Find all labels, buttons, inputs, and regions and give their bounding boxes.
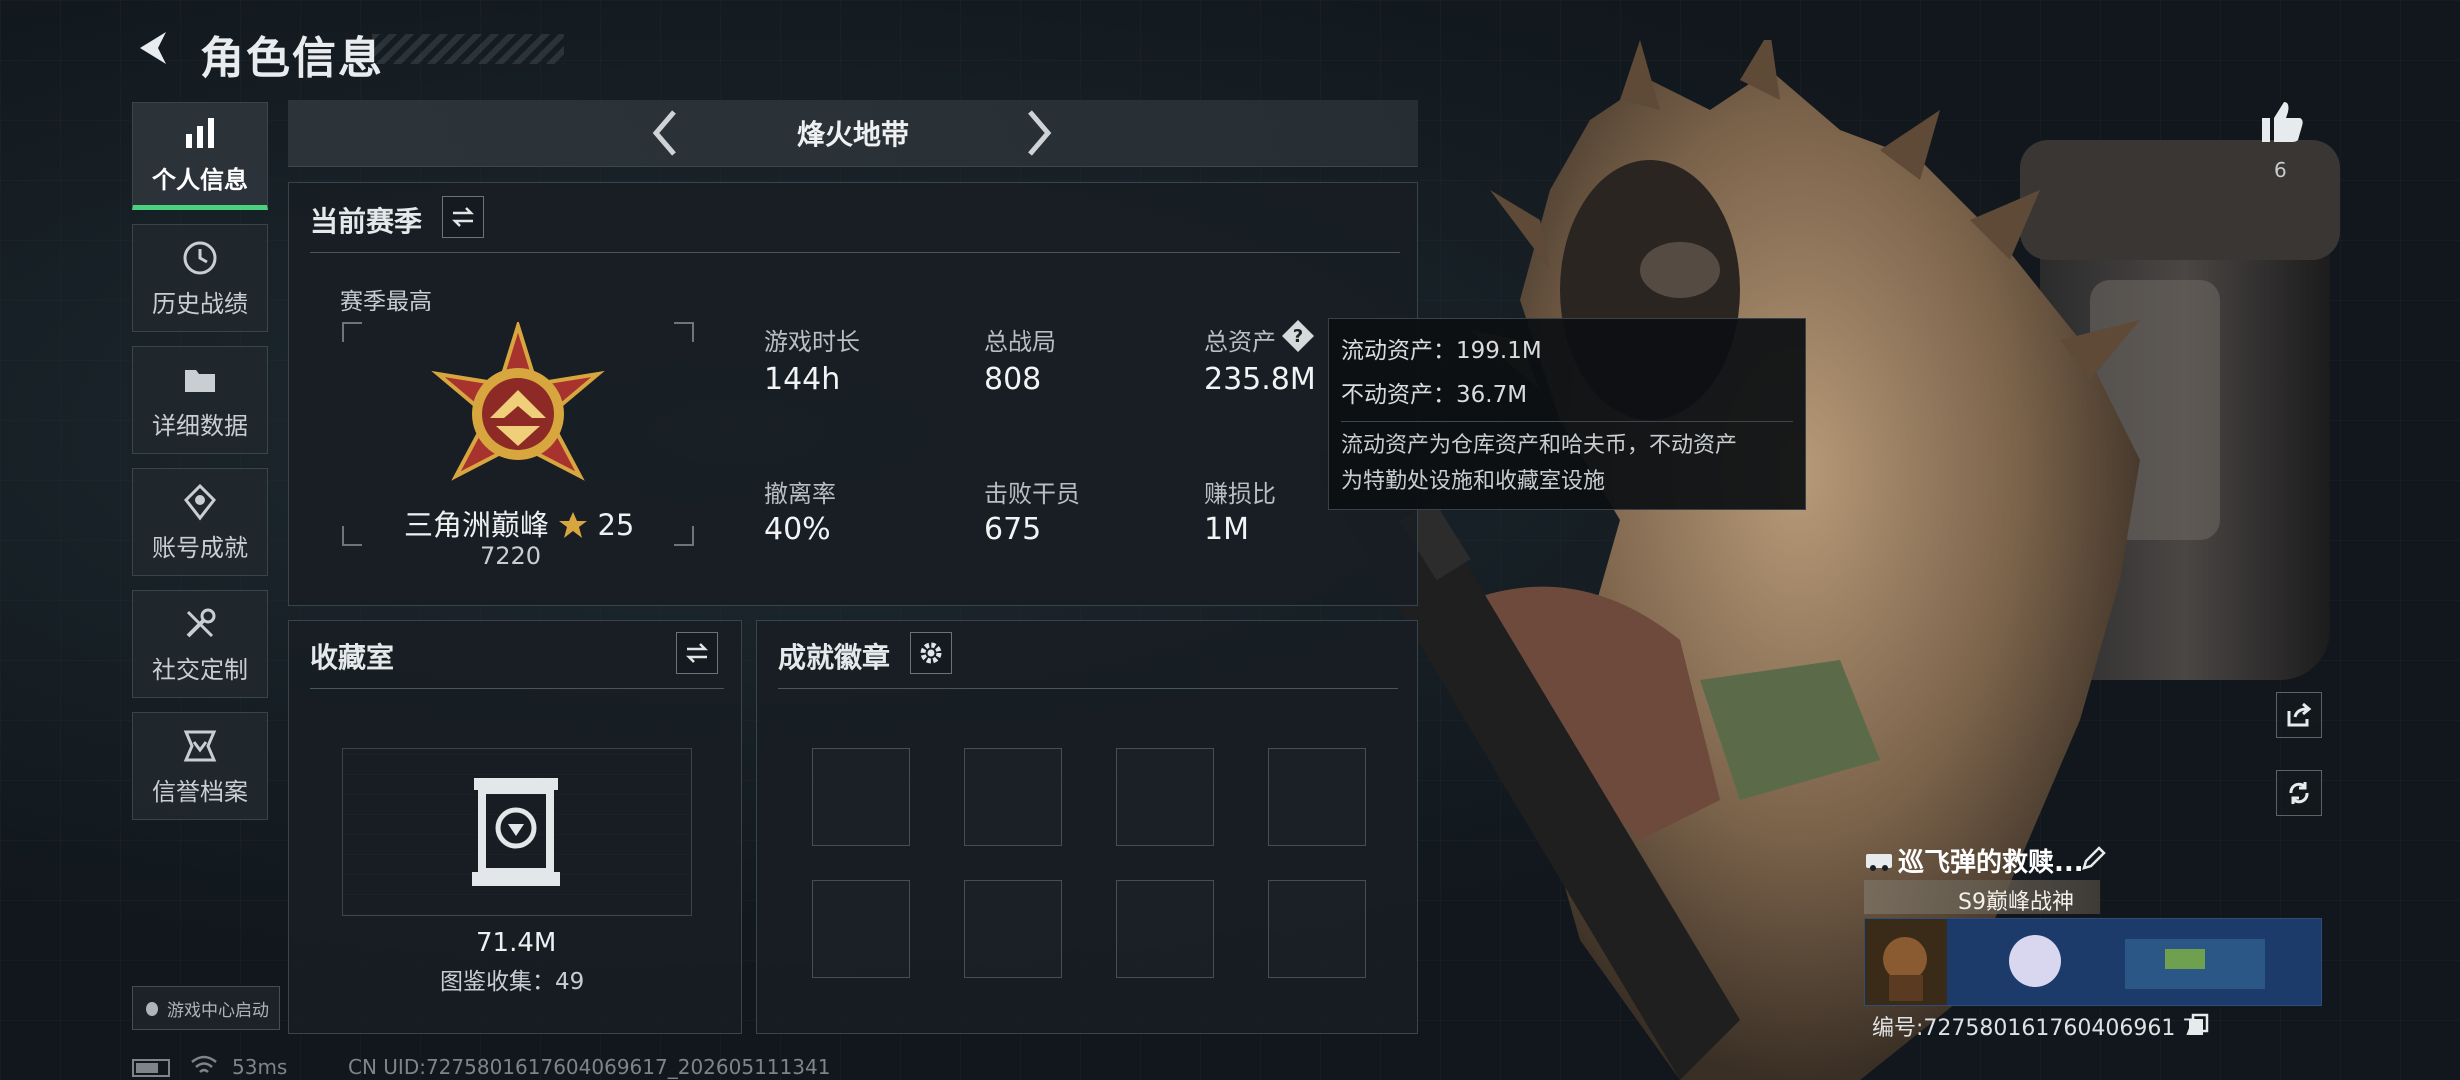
- season-divider: [310, 252, 1400, 253]
- banner-art: [1883, 935, 2265, 1001]
- refresh-icon: [2289, 782, 2309, 804]
- tooltip-liquid: 流动资产：199.1M: [1341, 338, 1542, 364]
- sidebar-item-history[interactable]: 历史战绩: [132, 224, 268, 332]
- sidebar-item-personal-info[interactable]: 个人信息: [132, 102, 268, 210]
- frame-corner: [674, 322, 694, 342]
- game-center-label: 游戏中心启动: [167, 1000, 269, 1021]
- refresh-button[interactable]: [2276, 770, 2322, 816]
- swap-icon: [451, 207, 475, 227]
- sidebar-item-label: 个人信息: [152, 165, 248, 194]
- share-icon: [2287, 702, 2312, 727]
- like-icon[interactable]: [2256, 96, 2308, 148]
- badge-slot[interactable]: [1268, 880, 1366, 978]
- frame-corner: [342, 322, 362, 342]
- mode-next-chevron-icon[interactable]: [1024, 108, 1054, 158]
- bar-chart-icon: [186, 117, 214, 148]
- wifi-icon: [191, 1055, 217, 1073]
- collection-value: 71.4M: [476, 928, 557, 958]
- stat-value-kills: 675: [984, 512, 1042, 547]
- edit-name-icon[interactable]: [2080, 844, 2108, 872]
- sidebar-item-label: 历史战绩: [152, 289, 248, 318]
- tooltip-divider: [1341, 421, 1793, 422]
- showcase-icon: [472, 778, 560, 886]
- title-decoration: [372, 34, 564, 64]
- page-title: 角色信息: [200, 33, 384, 84]
- stat-value-playtime: 144h: [764, 362, 841, 397]
- sidebar-item-credit[interactable]: 信誉档案: [132, 712, 268, 820]
- stat-value-matches: 808: [984, 362, 1042, 397]
- rank-emblem-icon: [431, 322, 605, 481]
- history-icon: [183, 241, 217, 274]
- rank-stars: 25: [597, 508, 635, 542]
- svg-text:?: ?: [1293, 326, 1303, 347]
- stat-label-playtime: 游戏时长: [764, 328, 860, 356]
- sidebar-item-label: 账号成就: [152, 533, 248, 562]
- sidebar-item-detail-data[interactable]: 详细数据: [132, 346, 268, 454]
- battery-icon: [132, 1059, 170, 1077]
- badge-slot[interactable]: [812, 748, 910, 846]
- rank-points: 7220: [480, 542, 542, 570]
- stat-value-assets: 235.8M: [1204, 362, 1316, 397]
- rank-name-text: 三角洲巅峰: [404, 508, 550, 542]
- stat-label-extract-rate: 撤离率: [764, 480, 836, 508]
- ping: 53ms: [232, 1055, 288, 1079]
- tooltip-desc-1: 流动资产为仓库资产和哈夫币，不动资产: [1341, 433, 1738, 458]
- stat-label-assets: 总资产: [1204, 328, 1276, 356]
- stat-label-profit-ratio: 赚损比: [1204, 480, 1276, 508]
- mode-title: 烽火地带: [796, 118, 909, 151]
- credit-icon: [183, 730, 217, 761]
- frame-corner: [674, 526, 694, 546]
- stat-value-extract-rate: 40%: [764, 512, 831, 547]
- title-badge: S9巅峰战神: [1958, 890, 2074, 915]
- like-count: 6: [2274, 158, 2287, 182]
- stat-value-profit-ratio: 1M: [1204, 512, 1249, 547]
- stat-label-kills: 击败干员: [984, 480, 1080, 508]
- star-icon: [559, 512, 588, 538]
- collection-catalog: 图鉴收集：49: [440, 969, 585, 995]
- penguin-icon: [146, 1002, 158, 1016]
- badge-slot[interactable]: [1116, 880, 1214, 978]
- game-center-button[interactable]: 游戏中心启动: [132, 986, 280, 1030]
- help-icon[interactable]: ?: [1280, 318, 1316, 354]
- tooltip-desc-2: 为特勤处设施和收藏室设施: [1341, 469, 1606, 494]
- collection-title: 收藏室: [310, 641, 395, 674]
- status-uid: CN UID:7275801617604069617_202605111341: [348, 1055, 831, 1079]
- player-vehicle-icon: [1866, 854, 1892, 871]
- wrench-icon: [186, 608, 216, 637]
- back-arrow-icon[interactable]: [132, 26, 176, 70]
- sidebar-item-achievements[interactable]: 账号成就: [132, 468, 268, 576]
- badge-slot[interactable]: [964, 880, 1062, 978]
- season-switch-button[interactable]: [442, 196, 484, 238]
- badge-slot[interactable]: [1268, 748, 1366, 846]
- player-banner: [1864, 918, 2322, 1006]
- badge-slot[interactable]: [1116, 748, 1214, 846]
- gear-icon: [920, 642, 942, 664]
- season-best-label: 赛季最高: [340, 289, 432, 315]
- achievement-icon: [184, 483, 216, 520]
- copy-icon[interactable]: [2186, 1012, 2210, 1036]
- badges-settings-button[interactable]: [910, 632, 952, 674]
- swap-icon: [685, 643, 709, 663]
- tooltip-fixed: 不动资产：36.7M: [1341, 382, 1528, 408]
- collection-switch-button[interactable]: [676, 632, 718, 674]
- share-button[interactable]: [2276, 692, 2322, 738]
- stat-label-matches: 总战局: [984, 328, 1056, 356]
- badge-slot[interactable]: [812, 880, 910, 978]
- collection-divider: [310, 688, 724, 689]
- sidebar-item-label: 详细数据: [152, 411, 248, 440]
- asset-tooltip: 流动资产：199.1M 不动资产：36.7M 流动资产为仓库资产和哈夫币，不动资…: [1328, 318, 1806, 510]
- season-title: 当前赛季: [310, 205, 423, 238]
- player-name: 巡飞弹的救赎...: [1898, 848, 2084, 878]
- badge-slot[interactable]: [964, 748, 1062, 846]
- sidebar-item-label: 信誉档案: [152, 777, 248, 806]
- badges-title: 成就徽章: [778, 641, 891, 674]
- sidebar-item-label: 社交定制: [152, 655, 248, 684]
- rank-name: 三角洲巅峰 25: [404, 502, 634, 544]
- player-uid: 编号:727580161760406961 7: [1872, 1016, 2197, 1041]
- folder-icon: [185, 369, 215, 392]
- frame-corner: [342, 526, 362, 546]
- badges-divider: [778, 688, 1398, 689]
- sidebar-item-social[interactable]: 社交定制: [132, 590, 268, 698]
